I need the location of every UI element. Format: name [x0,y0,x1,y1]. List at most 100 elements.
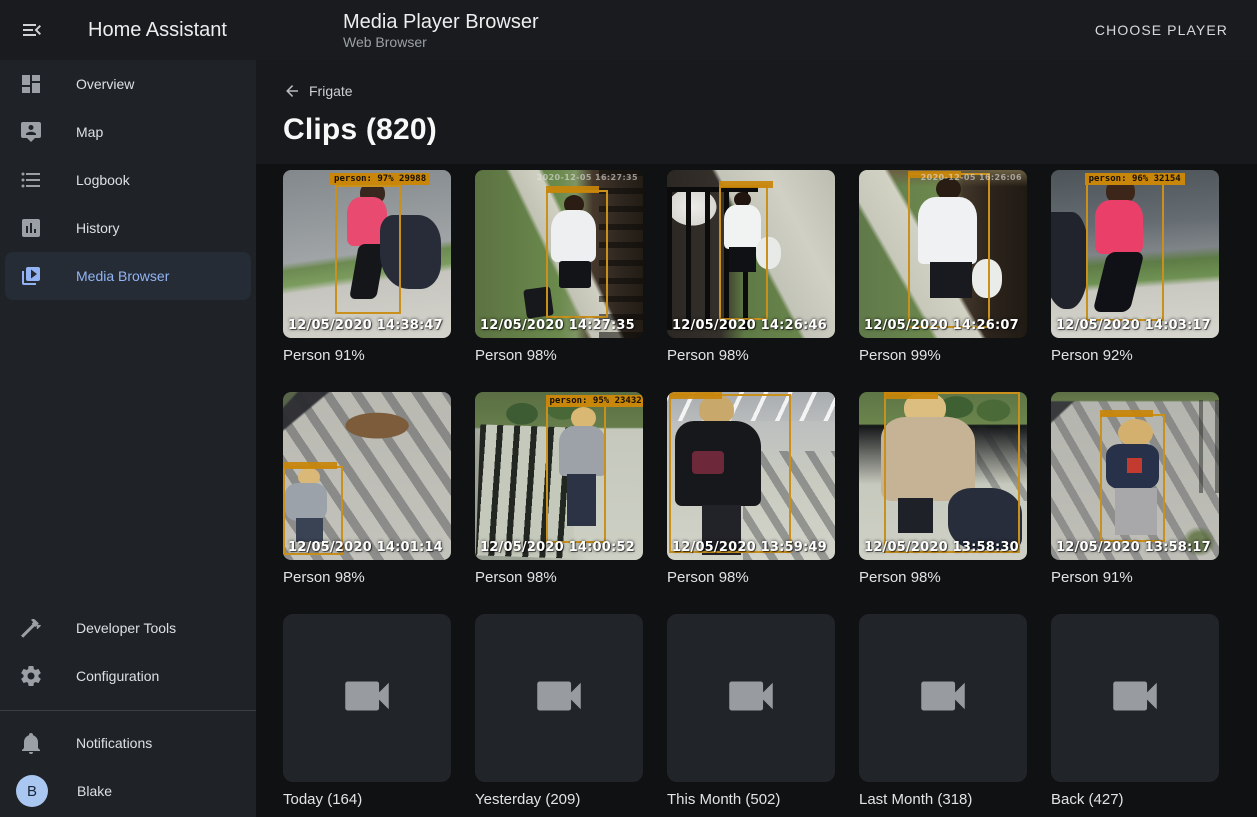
clip-card[interactable]: person: 95% 23432 12/05/2020 14:00:52 Pers… [475,392,643,587]
video-camera-icon [1106,667,1164,730]
clip-caption: Person 98% [667,347,835,365]
media-grid: person: 97% 29988 12/05/2020 14:38:47 Pers… [256,164,1257,809]
clip-timestamp: 12/05/2020 14:38:47 [288,318,443,333]
clip-timestamp: 12/05/2020 13:58:17 [1056,540,1211,555]
sidebar-item-notifications[interactable]: Notifications [5,719,251,767]
person-figure-extra [1051,212,1088,309]
clip-thumbnail: 12/05/2020 13:58:30 [859,392,1027,560]
detection-bounding-box [884,392,1020,553]
page-title: Clips (820) [283,113,1257,147]
detection-label [884,392,938,399]
sidebar-item-map[interactable]: Map [5,108,251,156]
top-app-bar: Home Assistant Media Player Browser Web … [0,0,1257,60]
clip-timestamp: 12/05/2020 13:58:30 [864,540,1019,555]
sidebar-item-history[interactable]: History [5,204,251,252]
detection-label [719,181,773,188]
clip-card[interactable]: 2020-12-05 16:27:3512/05/2020 14:27:35Pe… [475,170,643,365]
map-person-icon [19,120,43,144]
detection-label [283,462,337,469]
sidebar-nav: Overview Map Logbook History Media Browser [0,60,256,300]
clip-card[interactable]: 12/05/2020 13:58:30Person 98% [859,392,1027,587]
sidebar-item-label: Overview [76,76,134,92]
panel-titles: Media Player Browser Web Browser [343,10,539,51]
app-title: Home Assistant [88,19,227,42]
logbook-list-icon [19,168,43,192]
sidebar-item-label: Configuration [76,668,159,684]
detection-bounding-box [1100,414,1166,542]
clip-caption: Person 99% [859,347,1027,365]
detection-label: person: 95% 23432 [546,395,643,407]
breadcrumb-back-frigate[interactable]: Frigate [283,82,353,100]
folder-label: Back (427) [1051,791,1219,809]
detection-label [1100,410,1154,417]
clip-timestamp: 12/05/2020 14:26:46 [672,318,827,333]
clip-card[interactable]: 12/05/2020 14:01:14Person 98% [283,392,451,587]
clip-card[interactable]: person: 97% 2998812/05/2020 14:38:47Pers… [283,170,451,365]
arrow-left-icon [283,82,301,100]
sidebar-item-label: Media Browser [76,268,169,284]
detection-bounding-box [669,394,792,554]
detection-bounding-box [546,190,608,318]
sidebar-item-developer-tools[interactable]: Developer Tools [5,604,251,652]
folder-card-back-427-[interactable]: Back (427) [1051,614,1219,809]
folder-label: Today (164) [283,791,451,809]
sidebar-item-configuration[interactable]: Configuration [5,652,251,700]
camera-osd-timestamp: 2020-12-05 16:27:35 [537,173,638,182]
clip-thumbnail: 12/05/2020 13:59:49 [667,392,835,560]
sidebar-item-media-browser[interactable]: Media Browser [5,252,251,300]
video-camera-icon [530,667,588,730]
video-camera-icon [722,667,780,730]
folder-card-yesterday-209-[interactable]: Yesterday (209) [475,614,643,809]
clip-thumbnail: 2020-12-05 16:26:0612/05/2020 14:26:07 [859,170,1027,338]
clip-card[interactable]: 12/05/2020 13:58:17 Person 91% [1051,392,1219,587]
sidebar-item-label: Map [76,124,103,140]
main-header: Frigate Clips (820) [256,60,1257,164]
folder-thumbnail [475,614,643,782]
sidebar-item-logbook[interactable]: Logbook [5,156,251,204]
menu-open-icon[interactable] [20,18,44,42]
folder-thumbnail [283,614,451,782]
detection-bounding-box [335,185,401,314]
clip-thumbnail: person: 95% 23432 12/05/2020 14:00:52 [475,392,643,560]
hammer-icon [19,616,43,640]
clip-card[interactable]: person: 96% 3215412/05/2020 14:03:17Pers… [1051,170,1219,365]
detection-bounding-box [908,173,990,328]
clip-timestamp: 12/05/2020 13:59:49 [672,540,827,555]
clip-card[interactable]: 12/05/2020 14:26:46 Person 98% [667,170,835,365]
folder-card-last-month-318-[interactable]: Last Month (318) [859,614,1027,809]
video-camera-icon [914,667,972,730]
clip-caption: Person 91% [1051,569,1219,587]
clip-timestamp: 12/05/2020 14:26:07 [864,318,1019,333]
folder-label: This Month (502) [667,791,835,809]
folder-label: Last Month (318) [859,791,1027,809]
detection-label [546,186,600,193]
detection-bounding-box [1086,182,1163,321]
choose-player-button[interactable]: CHOOSE PLAYER [1087,14,1236,46]
clip-timestamp: 12/05/2020 14:00:52 [480,540,635,555]
clip-thumbnail: person: 97% 29988 12/05/2020 14:38:47 [283,170,451,338]
sidebar-item-overview[interactable]: Overview [5,60,251,108]
detection-bounding-box [546,405,606,543]
video-camera-icon [338,667,396,730]
clip-caption: Person 98% [475,569,643,587]
clip-thumbnail: 12/05/2020 14:01:14 [283,392,451,560]
detection-bounding-box [719,185,768,319]
clip-thumbnail: 2020-12-05 16:27:3512/05/2020 14:27:35 [475,170,643,338]
detection-label [669,392,723,399]
folder-thumbnail [859,614,1027,782]
gear-icon [19,664,43,688]
topbar-left: Home Assistant [0,18,256,42]
sidebar-item-user[interactable]: B Blake [5,767,251,815]
avatar: B [16,775,48,807]
history-chart-icon [19,216,43,240]
clip-card[interactable]: 2020-12-05 16:26:0612/05/2020 14:26:07 Pe… [859,170,1027,365]
bell-icon [19,731,43,755]
detection-label: person: 97% 29988 [330,173,430,185]
sidebar-item-label: Developer Tools [76,620,176,636]
folder-card-today-164-[interactable]: Today (164) [283,614,451,809]
clip-thumbnail: 12/05/2020 13:58:17 [1051,392,1219,560]
sidebar-item-label: Logbook [76,172,130,188]
clip-card[interactable]: 12/05/2020 13:59:49Person 98% [667,392,835,587]
folder-card-this-month-502-[interactable]: This Month (502) [667,614,835,809]
folder-thumbnail [667,614,835,782]
